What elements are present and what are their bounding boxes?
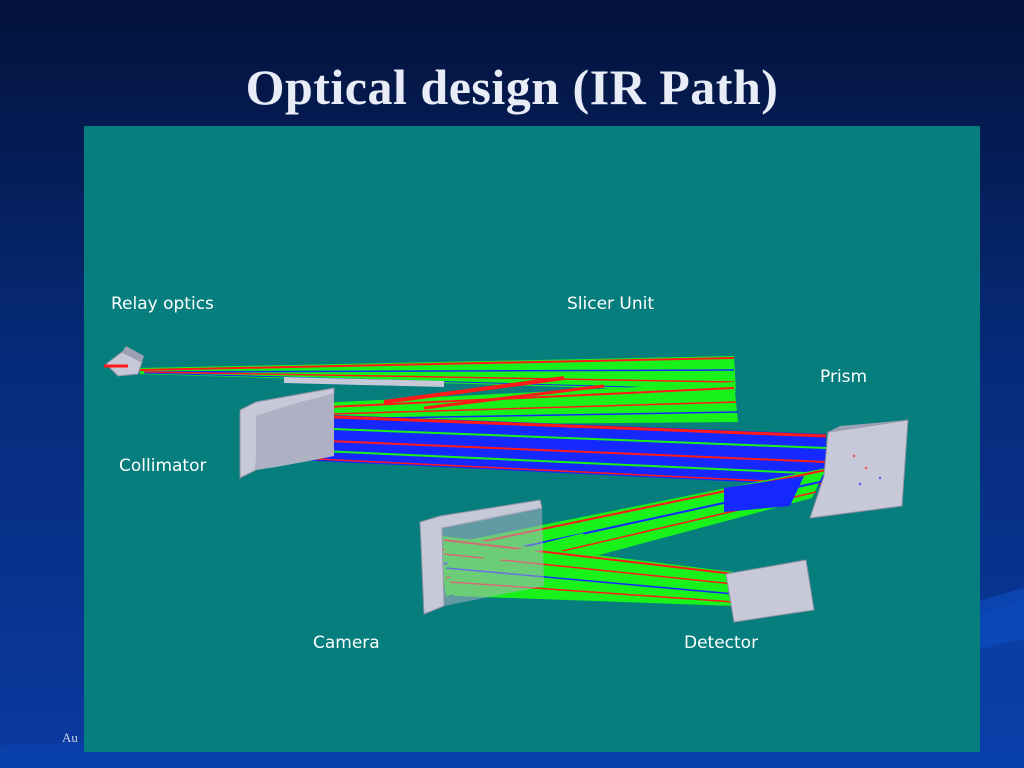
relay-optics-element [104, 346, 144, 377]
label-relay-optics: Relay optics [111, 294, 214, 314]
label-prism: Prism [820, 367, 868, 387]
label-slicer-unit: Slicer Unit [567, 294, 655, 314]
footer-text: Au [62, 730, 78, 745]
label-camera: Camera [313, 633, 380, 653]
optical-diagram [104, 346, 909, 623]
slide-title: Optical design (IR Path) [245, 59, 779, 115]
detector [725, 559, 815, 623]
slide: Optical design (IR Path) Relay optics Sl… [0, 0, 1024, 768]
collimated-beam [255, 412, 827, 486]
collimator-mirror [239, 387, 335, 479]
optical-diagram-panel: Relay optics Slicer Unit Prism Collimato… [84, 126, 980, 752]
label-detector: Detector [684, 633, 759, 653]
label-collimator: Collimator [119, 456, 207, 476]
